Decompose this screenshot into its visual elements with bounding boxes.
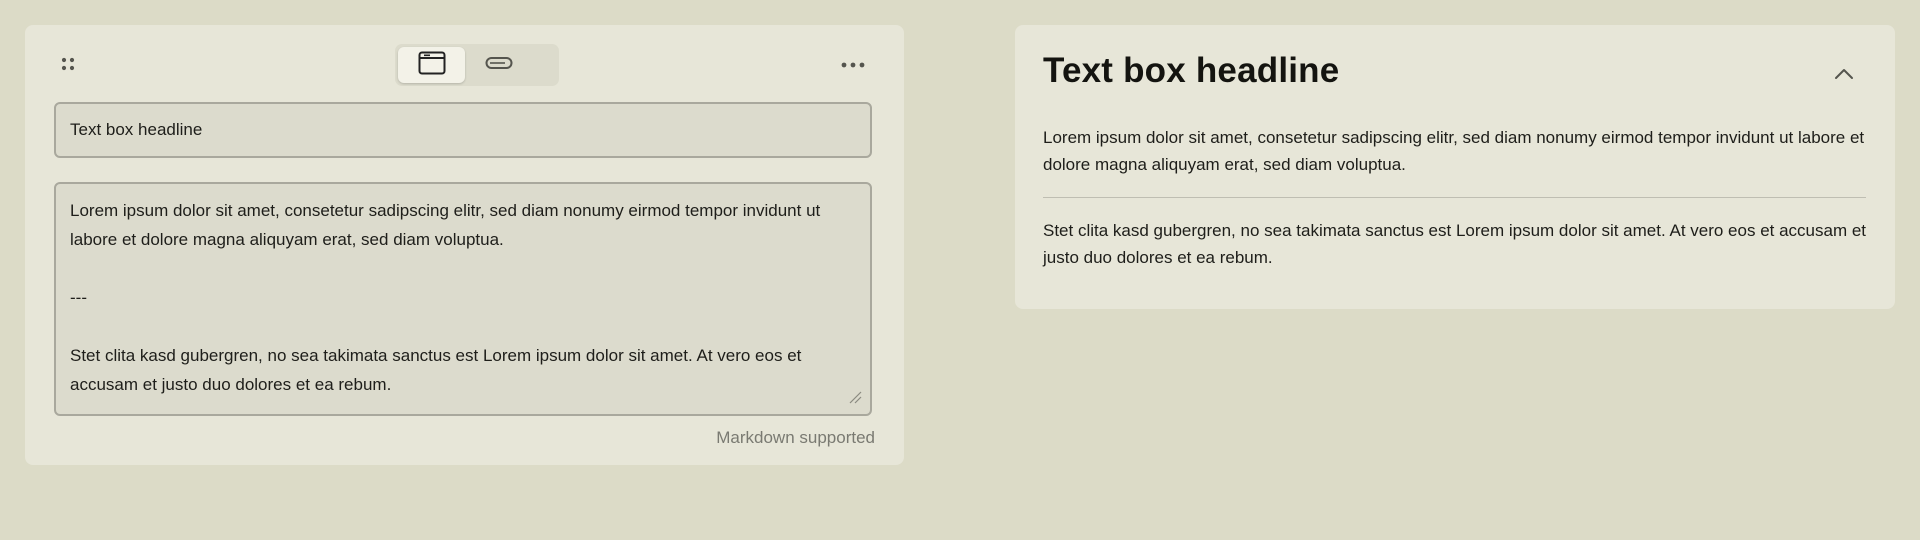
editor-panel: Lorem ipsum dolor sit amet, consetetur s…: [25, 25, 904, 465]
more-options-icon: [841, 55, 865, 73]
collapse-button[interactable]: [1831, 64, 1857, 88]
chevron-up-icon: [1834, 67, 1854, 85]
preview-title: Text box headline: [1043, 51, 1340, 90]
view-mode-toggle: [395, 44, 559, 86]
body-textarea[interactable]: Lorem ipsum dolor sit amet, consetetur s…: [54, 182, 872, 416]
card-view-icon: [418, 51, 446, 80]
headline-input[interactable]: [54, 102, 872, 158]
preview-paragraph: Lorem ipsum dolor sit amet, consetetur s…: [1043, 128, 1865, 174]
card-view-button[interactable]: [398, 47, 465, 83]
compact-view-button[interactable]: [465, 47, 532, 83]
drag-handle-icon[interactable]: [61, 57, 75, 71]
compact-view-icon: [485, 56, 513, 75]
resize-grip-icon[interactable]: [848, 390, 862, 404]
more-options-button[interactable]: [839, 51, 867, 77]
preview-paragraph: Stet clita kasd gubergren, no sea takima…: [1043, 221, 1867, 267]
markdown-hint: Markdown supported: [716, 428, 875, 447]
preview-panel: Text box headline Lorem ipsum dolor sit …: [1015, 25, 1895, 309]
divider: [1043, 197, 1866, 198]
